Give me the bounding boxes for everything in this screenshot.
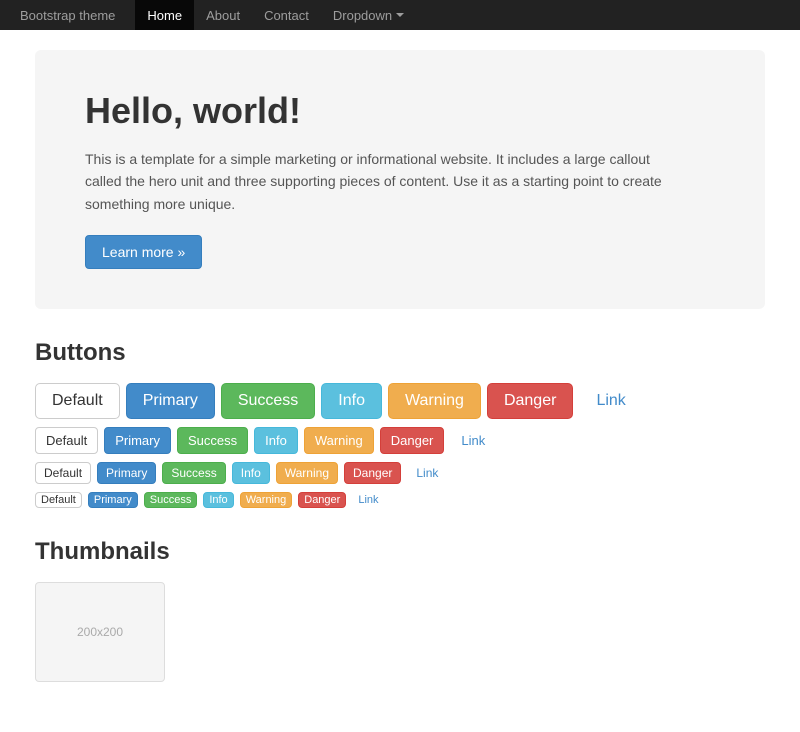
btn-info-xs[interactable]: Info bbox=[203, 492, 233, 508]
dropdown-label: Dropdown bbox=[333, 8, 392, 23]
btn-danger-md[interactable]: Danger bbox=[380, 427, 445, 454]
btn-primary-md[interactable]: Primary bbox=[104, 427, 171, 454]
btn-success-xs[interactable]: Success bbox=[144, 492, 198, 508]
buttons-title: Buttons bbox=[35, 339, 765, 367]
hero-heading: Hello, world! bbox=[85, 90, 715, 132]
button-row-md: Default Primary Success Info Warning Dan… bbox=[35, 427, 765, 454]
hero-description: This is a template for a simple marketin… bbox=[85, 148, 665, 215]
chevron-down-icon bbox=[396, 13, 404, 17]
btn-success-lg[interactable]: Success bbox=[221, 383, 315, 419]
button-row-sm: Default Primary Success Info Warning Dan… bbox=[35, 462, 765, 484]
btn-default-xs[interactable]: Default bbox=[35, 492, 82, 508]
btn-danger-lg[interactable]: Danger bbox=[487, 383, 573, 419]
btn-primary-sm[interactable]: Primary bbox=[97, 462, 156, 484]
btn-warning-md[interactable]: Warning bbox=[304, 427, 374, 454]
nav-item-dropdown[interactable]: Dropdown bbox=[321, 0, 416, 30]
thumbnail-item: 200x200 bbox=[35, 582, 165, 682]
thumbnails-title: Thumbnails bbox=[35, 538, 765, 566]
btn-default-lg[interactable]: Default bbox=[35, 383, 120, 419]
btn-primary-xs[interactable]: Primary bbox=[88, 492, 138, 508]
nav-item-home[interactable]: Home bbox=[135, 0, 194, 30]
btn-warning-xs[interactable]: Warning bbox=[240, 492, 293, 508]
navbar: Bootstrap theme Home About Contact Dropd… bbox=[0, 0, 800, 30]
thumbnails-section: Thumbnails 200x200 bbox=[35, 538, 765, 682]
btn-link-xs[interactable]: Link bbox=[352, 492, 384, 508]
thumbnail-label: 200x200 bbox=[77, 625, 123, 639]
btn-link-sm[interactable]: Link bbox=[407, 462, 447, 484]
btn-info-sm[interactable]: Info bbox=[232, 462, 270, 484]
main-container: Hello, world! This is a template for a s… bbox=[20, 30, 780, 732]
btn-danger-xs[interactable]: Danger bbox=[298, 492, 346, 508]
btn-danger-sm[interactable]: Danger bbox=[344, 462, 401, 484]
nav-items: Home About Contact Dropdown bbox=[135, 0, 416, 30]
btn-link-lg[interactable]: Link bbox=[579, 383, 642, 419]
btn-link-md[interactable]: Link bbox=[450, 427, 496, 454]
btn-default-md[interactable]: Default bbox=[35, 427, 98, 454]
btn-success-sm[interactable]: Success bbox=[162, 462, 225, 484]
navbar-brand[interactable]: Bootstrap theme bbox=[20, 8, 115, 23]
btn-success-md[interactable]: Success bbox=[177, 427, 248, 454]
hero-unit: Hello, world! This is a template for a s… bbox=[35, 50, 765, 309]
nav-item-contact[interactable]: Contact bbox=[252, 0, 321, 30]
buttons-section: Buttons Default Primary Success Info War… bbox=[35, 339, 765, 508]
btn-warning-lg[interactable]: Warning bbox=[388, 383, 481, 419]
button-row-xs: Default Primary Success Info Warning Dan… bbox=[35, 492, 765, 508]
btn-primary-lg[interactable]: Primary bbox=[126, 383, 215, 419]
btn-default-sm[interactable]: Default bbox=[35, 462, 91, 484]
btn-warning-sm[interactable]: Warning bbox=[276, 462, 338, 484]
learn-more-button[interactable]: Learn more » bbox=[85, 235, 202, 269]
button-row-large: Default Primary Success Info Warning Dan… bbox=[35, 383, 765, 419]
nav-item-about[interactable]: About bbox=[194, 0, 252, 30]
btn-info-md[interactable]: Info bbox=[254, 427, 298, 454]
btn-info-lg[interactable]: Info bbox=[321, 383, 382, 419]
